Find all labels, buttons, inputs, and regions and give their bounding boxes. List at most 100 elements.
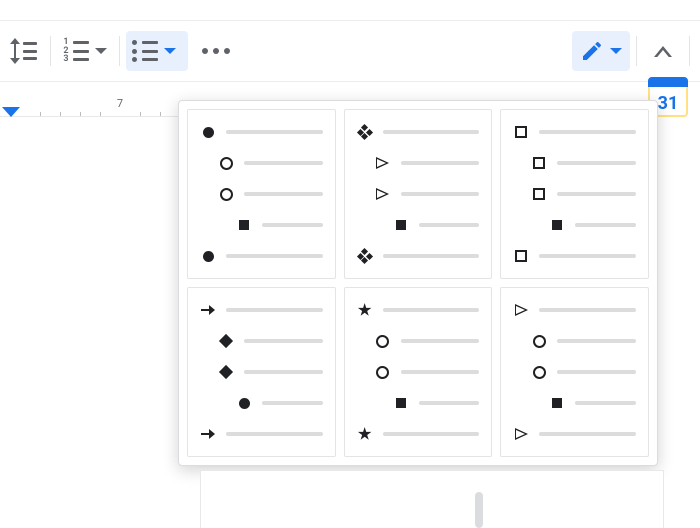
bullet-symbol [531, 155, 547, 171]
bulleted-list-button[interactable] [126, 31, 188, 71]
list-item [513, 124, 636, 140]
bullet-style-option-arrowopen-ring-square[interactable] [500, 287, 649, 457]
text-line-placeholder [401, 339, 480, 343]
numbered-list-button[interactable]: 1 2 3 [57, 31, 113, 71]
collapse-button[interactable] [643, 31, 683, 71]
text-line-placeholder [539, 432, 636, 436]
bullet-symbol [531, 186, 547, 202]
square-icon [396, 220, 406, 230]
square-outline-icon [533, 157, 545, 169]
bullet-style-option-squareo-squareo-square[interactable] [500, 109, 649, 279]
bullet-symbol [200, 248, 216, 264]
ruler[interactable]: 7 [0, 90, 180, 117]
text-line-placeholder [383, 254, 480, 258]
caret-down-icon [95, 48, 107, 54]
document-page[interactable] [200, 470, 664, 528]
scrollbar-thumb[interactable] [475, 492, 483, 528]
disc-icon [203, 127, 214, 138]
bullet-symbol [200, 426, 216, 442]
bullet-symbol [200, 124, 216, 140]
bullet-symbol [375, 364, 391, 380]
list-item [513, 395, 636, 411]
text-line-placeholder [557, 339, 636, 343]
bullet-style-dropdown [178, 100, 658, 466]
list-item [357, 426, 480, 442]
text-line-placeholder [539, 254, 636, 258]
ring-icon [220, 188, 233, 201]
bullet-symbol [513, 426, 529, 442]
arrow-right-icon [201, 429, 215, 439]
disc-icon [239, 398, 250, 409]
text-line-placeholder [557, 161, 636, 165]
bullet-symbol [531, 364, 547, 380]
disc-icon [203, 251, 214, 262]
list-item [513, 302, 636, 318]
toolbar-separator [119, 36, 120, 66]
text-line-placeholder [262, 223, 323, 227]
bulleted-list-icon [132, 40, 158, 62]
list-item [357, 395, 480, 411]
text-line-placeholder [383, 130, 480, 134]
text-line-placeholder [401, 370, 480, 374]
ring-icon [533, 366, 546, 379]
bullet-symbol [375, 155, 391, 171]
more-icon [202, 48, 230, 54]
indent-marker-icon[interactable] [2, 107, 20, 117]
square-outline-icon [515, 126, 527, 138]
list-item [200, 248, 323, 264]
more-button[interactable] [196, 31, 236, 71]
ring-icon [533, 335, 546, 348]
text-line-placeholder [226, 130, 323, 134]
list-item [200, 217, 323, 233]
square-icon [552, 220, 562, 230]
list-item [357, 217, 480, 233]
list-item [357, 364, 480, 380]
bullet-symbol [513, 248, 529, 264]
bullet-style-option-star-ring-square[interactable] [344, 287, 493, 457]
editing-mode-button[interactable] [572, 31, 630, 71]
toolbar-separator [689, 36, 690, 66]
star-icon [358, 303, 372, 317]
caret-down-icon [610, 48, 622, 54]
bullet-symbol [357, 426, 373, 442]
star-icon [358, 427, 372, 441]
list-item [200, 124, 323, 140]
toolbar: 1 2 3 [0, 20, 700, 82]
list-item [200, 333, 323, 349]
bullet-symbol [200, 302, 216, 318]
bullet-symbol [218, 364, 234, 380]
arrow-open-icon [376, 188, 389, 200]
list-item [357, 302, 480, 318]
text-line-placeholder [244, 161, 323, 165]
list-item [357, 124, 480, 140]
arrow-right-icon [201, 305, 215, 315]
four-diamond-icon [358, 125, 372, 139]
bullet-style-option-disc-ring-square[interactable] [187, 109, 336, 279]
list-item [357, 333, 480, 349]
chevron-up-icon [654, 46, 672, 57]
ring-icon [376, 335, 389, 348]
list-item [513, 248, 636, 264]
list-item [357, 248, 480, 264]
text-line-placeholder [557, 370, 636, 374]
arrow-open-icon [376, 157, 389, 169]
text-line-placeholder [539, 308, 636, 312]
bullet-symbol [513, 124, 529, 140]
bullet-symbol [513, 302, 529, 318]
list-item [357, 186, 480, 202]
line-spacing-button[interactable] [4, 31, 44, 71]
text-line-placeholder [401, 161, 480, 165]
bullet-symbol [549, 217, 565, 233]
bullet-style-option-arrowr-diamond-disc[interactable] [187, 287, 336, 457]
text-line-placeholder [575, 223, 636, 227]
four-diamond-icon [358, 249, 372, 263]
bullet-symbol [357, 248, 373, 264]
square-outline-icon [515, 250, 527, 262]
bullet-style-option-diamond4-arrowopen-square[interactable] [344, 109, 493, 279]
list-item [200, 186, 323, 202]
list-item [513, 217, 636, 233]
text-line-placeholder [419, 401, 480, 405]
bullet-symbol [357, 302, 373, 318]
numbered-list-icon: 1 2 3 [63, 40, 89, 62]
bullet-symbol [375, 186, 391, 202]
